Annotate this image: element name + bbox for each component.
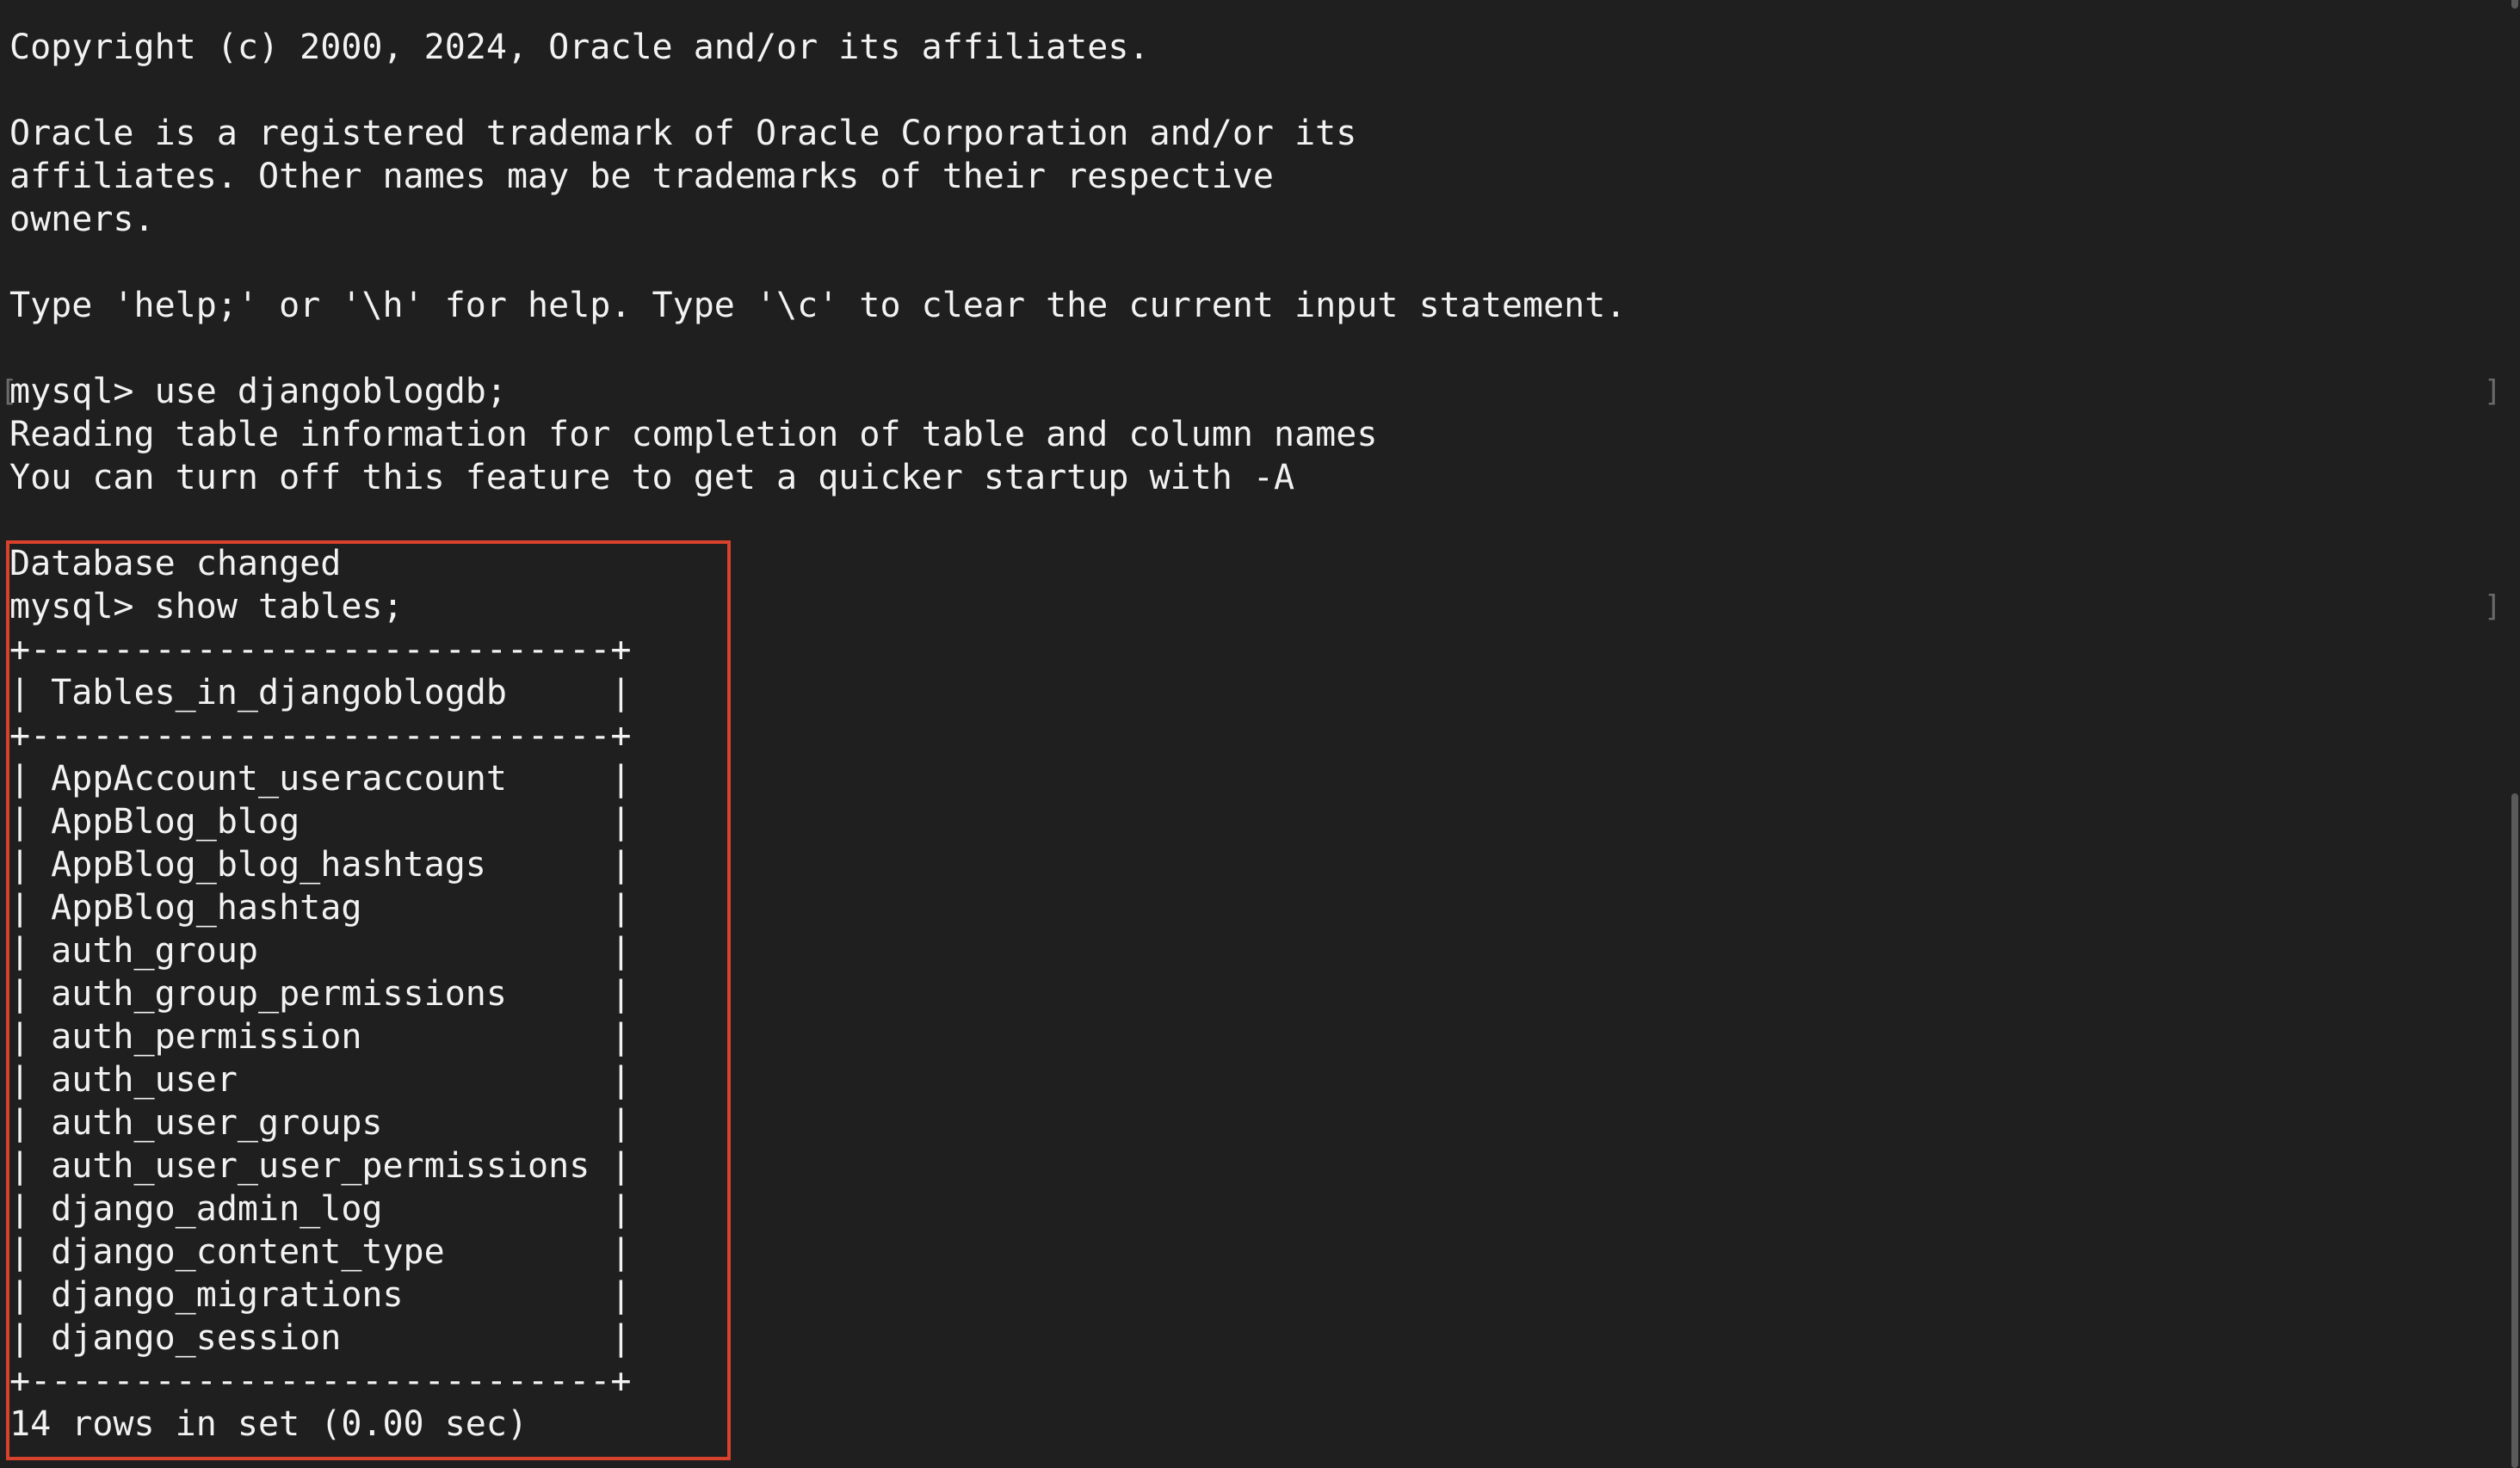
trademark-line-1: Oracle is a registered trademark of Orac… (9, 114, 1357, 153)
table-row: | django_migrations | (9, 1275, 632, 1315)
prompt-right-mark: ] (2484, 374, 2502, 409)
table-border-bottom: +----------------------------+ (9, 1361, 632, 1401)
scrollbar-thumb[interactable] (2511, 793, 2518, 1468)
table-row: | auth_permission | (9, 1017, 632, 1057)
table-row: | django_session | (9, 1318, 632, 1358)
table-row: | django_content_type | (9, 1232, 632, 1272)
trademark-line-3: owners. (9, 200, 155, 239)
terminal-window[interactable]: Copyright (c) 2000, 2024, Oracle and/or … (0, 0, 2520, 1468)
table-row: | AppAccount_useraccount | (9, 759, 632, 799)
table-row: | auth_user_user_permissions | (9, 1146, 632, 1186)
table-row: | auth_user_groups | (9, 1103, 632, 1143)
table-row: | AppBlog_blog | (9, 802, 632, 842)
trademark-line-2: affiliates. Other names may be trademark… (9, 157, 1275, 196)
table-row: | django_admin_log | (9, 1189, 632, 1229)
table-border-top: +----------------------------+ (9, 630, 632, 669)
startup-hint-line: You can turn off this feature to get a q… (9, 458, 1295, 497)
table-header: | Tables_in_djangoblogdb | (9, 673, 632, 712)
table-border-header: +----------------------------+ (9, 716, 632, 756)
help-hint-line: Type 'help;' or '\h' for help. Type '\c'… (9, 286, 1627, 325)
table-row: | auth_group | (9, 931, 632, 971)
command-show-tables: mysql> show tables; (9, 587, 404, 626)
table-row: | AppBlog_hashtag | (9, 888, 632, 928)
table-row: | AppBlog_blog_hashtags | (9, 845, 632, 885)
vertical-scrollbar[interactable] (2508, 0, 2520, 1468)
scrollbar-top-marker (2511, 0, 2518, 9)
command-use-db: mysql> use djangoblogdb; (9, 372, 507, 411)
prompt-right-mark-2: ] (2484, 589, 2502, 624)
table-row: | auth_group_permissions | (9, 974, 632, 1014)
database-changed-line: Database changed (9, 544, 342, 583)
table-row: | auth_user | (9, 1060, 632, 1100)
reading-info-line: Reading table information for completion… (9, 415, 1378, 454)
copyright-line: Copyright (c) 2000, 2024, Oracle and/or … (9, 28, 1150, 67)
rows-in-set-line: 14 rows in set (0.00 sec) (9, 1404, 528, 1444)
